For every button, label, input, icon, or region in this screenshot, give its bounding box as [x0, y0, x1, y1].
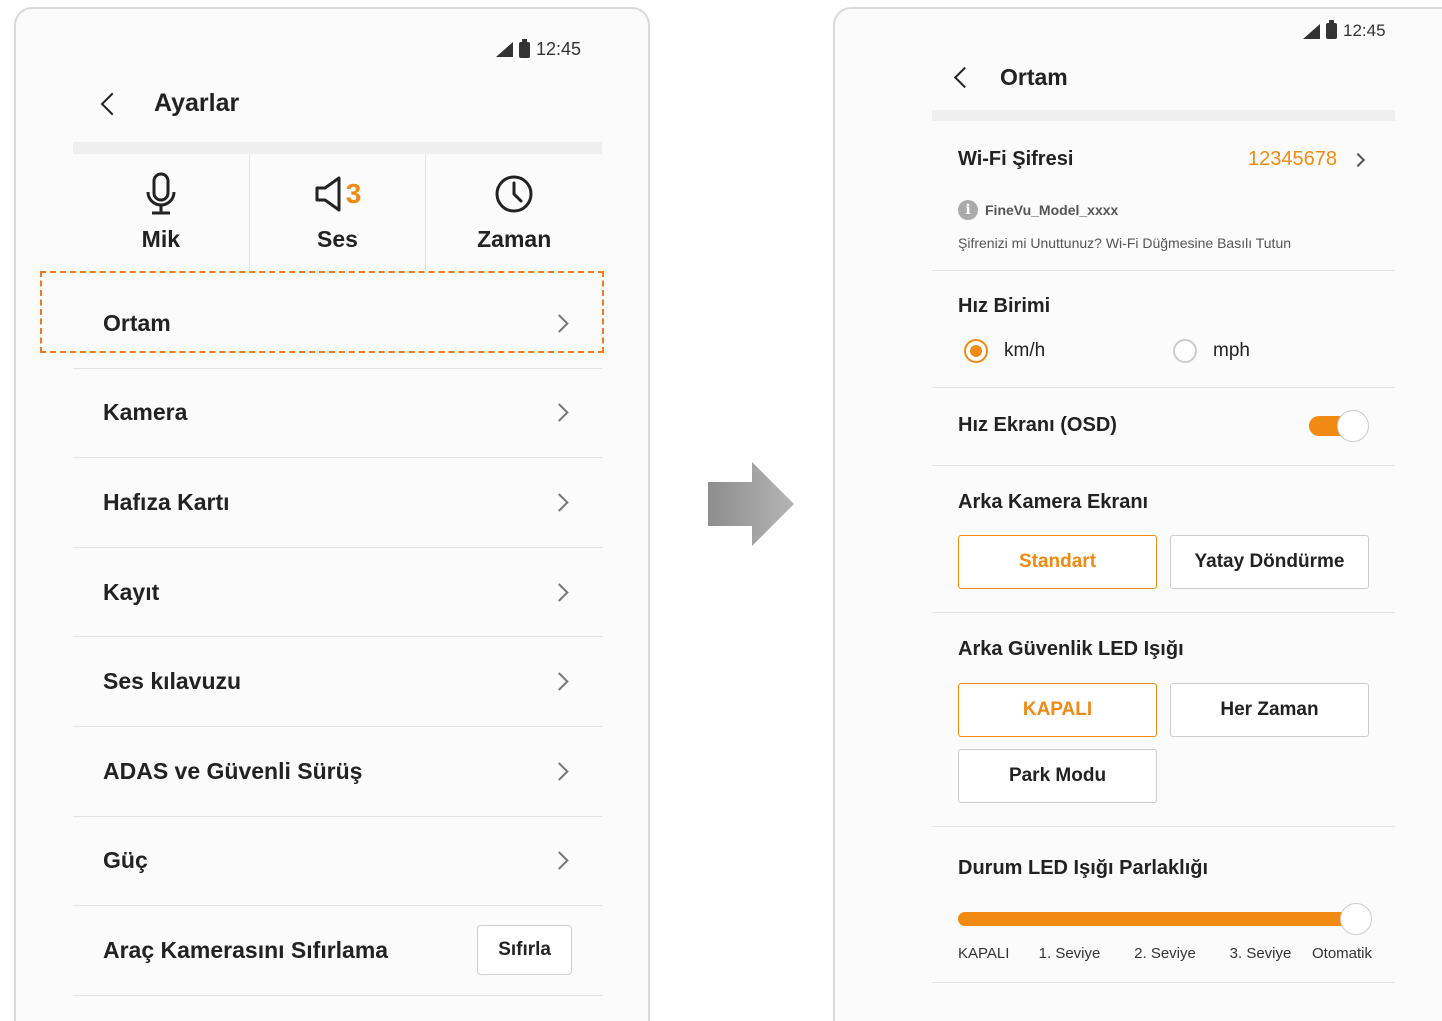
selection-highlight [40, 271, 604, 353]
slider-fill [958, 912, 1356, 926]
level-label: KAPALI [958, 945, 1010, 962]
toggle-knob [1337, 410, 1369, 442]
quick-time-label: Zaman [477, 226, 552, 252]
quick-sound-label: Ses [317, 226, 358, 252]
rear-led-label: Arka Güvenlik LED Işığı [958, 638, 1184, 660]
rear-camera-label: Arka Kamera Ekranı [958, 491, 1149, 513]
radio-button [1173, 339, 1197, 363]
divider [932, 110, 1395, 121]
radio-kmh-label: km/h [1004, 340, 1046, 361]
signal-icon [496, 42, 513, 57]
wifi-ssid: i FineVu_Model_xxxx [958, 200, 1118, 220]
status-time: 12:45 [536, 39, 582, 59]
option-yatay-dondurme[interactable]: Yatay Döndürme [1170, 535, 1369, 589]
settings-list: Ortam Kamera Hafıza Kartı Kayıt Ses kıla… [73, 279, 602, 996]
option-her-zaman[interactable]: Her Zaman [1170, 683, 1369, 737]
osd-section: Hız Ekranı (OSD) [932, 388, 1395, 466]
ortam-screen: 12:45 Ortam Wi-Fi Şifresi 12345678 i Fin… [833, 7, 1442, 1021]
wifi-ssid-text: FineVu_Model_xxxx [985, 202, 1119, 218]
chevron-right-icon [550, 582, 569, 602]
wifi-hint: Şifrenizi mi Unuttunuz? Wi-Fi Düğmesine … [958, 235, 1292, 251]
chevron-right-icon [550, 493, 569, 512]
menu-item-label: Kamera [103, 399, 188, 426]
clock-icon [495, 175, 533, 213]
menu-item-reset: Araç Kamerasını Sıfırlama Sıfırla [73, 906, 602, 996]
menu-item-hafiza-karti[interactable]: Hafıza Kartı [73, 458, 602, 548]
menu-item-label: Ses kılavuzu [103, 668, 242, 695]
level-label: 3. Seviye [1229, 945, 1292, 962]
speed-unit-section: Hız Birimi km/h mph [932, 271, 1395, 388]
back-icon[interactable] [953, 66, 976, 89]
status-time: 12:45 [1343, 21, 1386, 40]
menu-item-label: ADAS ve Güvenli Sürüş [103, 757, 363, 784]
wifi-password-row[interactable]: Wi-Fi Şifresi 12345678 [958, 148, 1369, 171]
chevron-right-icon [1350, 152, 1366, 167]
chevron-right-icon [550, 851, 569, 871]
radio-mph[interactable]: mph [1173, 339, 1250, 363]
led-brightness-section: Durum LED Işığı Parlaklığı KAPALI 1. Sev… [932, 827, 1395, 983]
quick-mic[interactable]: Mik [73, 154, 250, 271]
rear-led-section: Arka Güvenlik LED Işığı KAPALI Her Zaman… [932, 613, 1395, 827]
header: Ayarlar [100, 89, 240, 118]
divider [73, 142, 602, 154]
back-icon[interactable] [100, 92, 124, 115]
reset-button[interactable]: Sıfırla [477, 925, 572, 976]
option-standart[interactable]: Standart [958, 535, 1157, 589]
chevron-right-icon [550, 762, 569, 781]
menu-item-guc[interactable]: Güç [73, 817, 602, 907]
speed-unit-label: Hız Birimi [958, 295, 1051, 317]
osd-label: Hız Ekranı (OSD) [958, 414, 1117, 436]
menu-item-kayit[interactable]: Kayıt [73, 548, 602, 638]
level-label: 1. Seviye [1038, 945, 1101, 962]
speaker-icon [315, 176, 341, 212]
quick-time[interactable]: Zaman [426, 154, 602, 271]
page-title: Ayarlar [154, 89, 240, 117]
signal-icon [1303, 23, 1320, 39]
battery-icon [519, 38, 530, 58]
menu-item-ses-kilavuzu[interactable]: Ses kılavuzu [73, 637, 602, 727]
rear-camera-section: Arka Kamera Ekranı Standart Yatay Döndür… [932, 466, 1395, 613]
level-label: 2. Seviye [1134, 945, 1196, 962]
reset-label: Araç Kamerasını Sıfırlama [103, 936, 389, 963]
option-kapali[interactable]: KAPALI [958, 683, 1157, 737]
sound-level: 3 [345, 178, 362, 209]
menu-item-adas[interactable]: ADAS ve Güvenli Sürüş [73, 727, 602, 817]
info-icon: i [958, 200, 978, 220]
level-label: Otomatik [1311, 945, 1372, 962]
menu-item-label: Kayıt [103, 578, 160, 605]
brightness-slider[interactable] [958, 903, 1372, 935]
chevron-right-icon [550, 403, 569, 423]
page-title: Ortam [1000, 64, 1068, 90]
microphone-icon [146, 172, 176, 215]
slider-labels: KAPALI 1. Seviye 2. Seviye 3. Seviye Oto… [958, 945, 1372, 965]
quick-mic-label: Mik [141, 226, 180, 252]
option-park-modu[interactable]: Park Modu [958, 749, 1157, 803]
battery-icon [1326, 20, 1337, 39]
settings-screen: 12:45 Ayarlar Mik 3 Ses Zaman Ortam Kame… [14, 7, 650, 1021]
header: Ortam [953, 64, 1068, 91]
arrow-right-icon [708, 462, 794, 546]
status-bar: 12:45 [496, 38, 582, 60]
menu-item-kamera[interactable]: Kamera [73, 369, 602, 459]
wifi-section: Wi-Fi Şifresi 12345678 i FineVu_Model_xx… [932, 121, 1395, 271]
quick-settings: Mik 3 Ses Zaman [73, 154, 602, 271]
quick-sound[interactable]: 3 Ses [250, 154, 427, 271]
radio-kmh[interactable]: km/h [964, 339, 1045, 363]
osd-toggle[interactable] [1309, 410, 1369, 442]
menu-item-label: Güç [103, 847, 148, 874]
status-bar: 12:45 [1303, 20, 1386, 41]
wifi-password-value: 12345678 [1248, 148, 1337, 170]
chevron-right-icon [550, 672, 569, 691]
wifi-password-label: Wi-Fi Şifresi [958, 148, 1074, 170]
led-brightness-label: Durum LED Işığı Parlaklığı [958, 857, 1209, 879]
radio-mph-label: mph [1213, 340, 1250, 361]
radio-button-selected [964, 339, 988, 363]
slider-knob[interactable] [1340, 903, 1372, 935]
menu-item-label: Hafıza Kartı [103, 488, 230, 515]
